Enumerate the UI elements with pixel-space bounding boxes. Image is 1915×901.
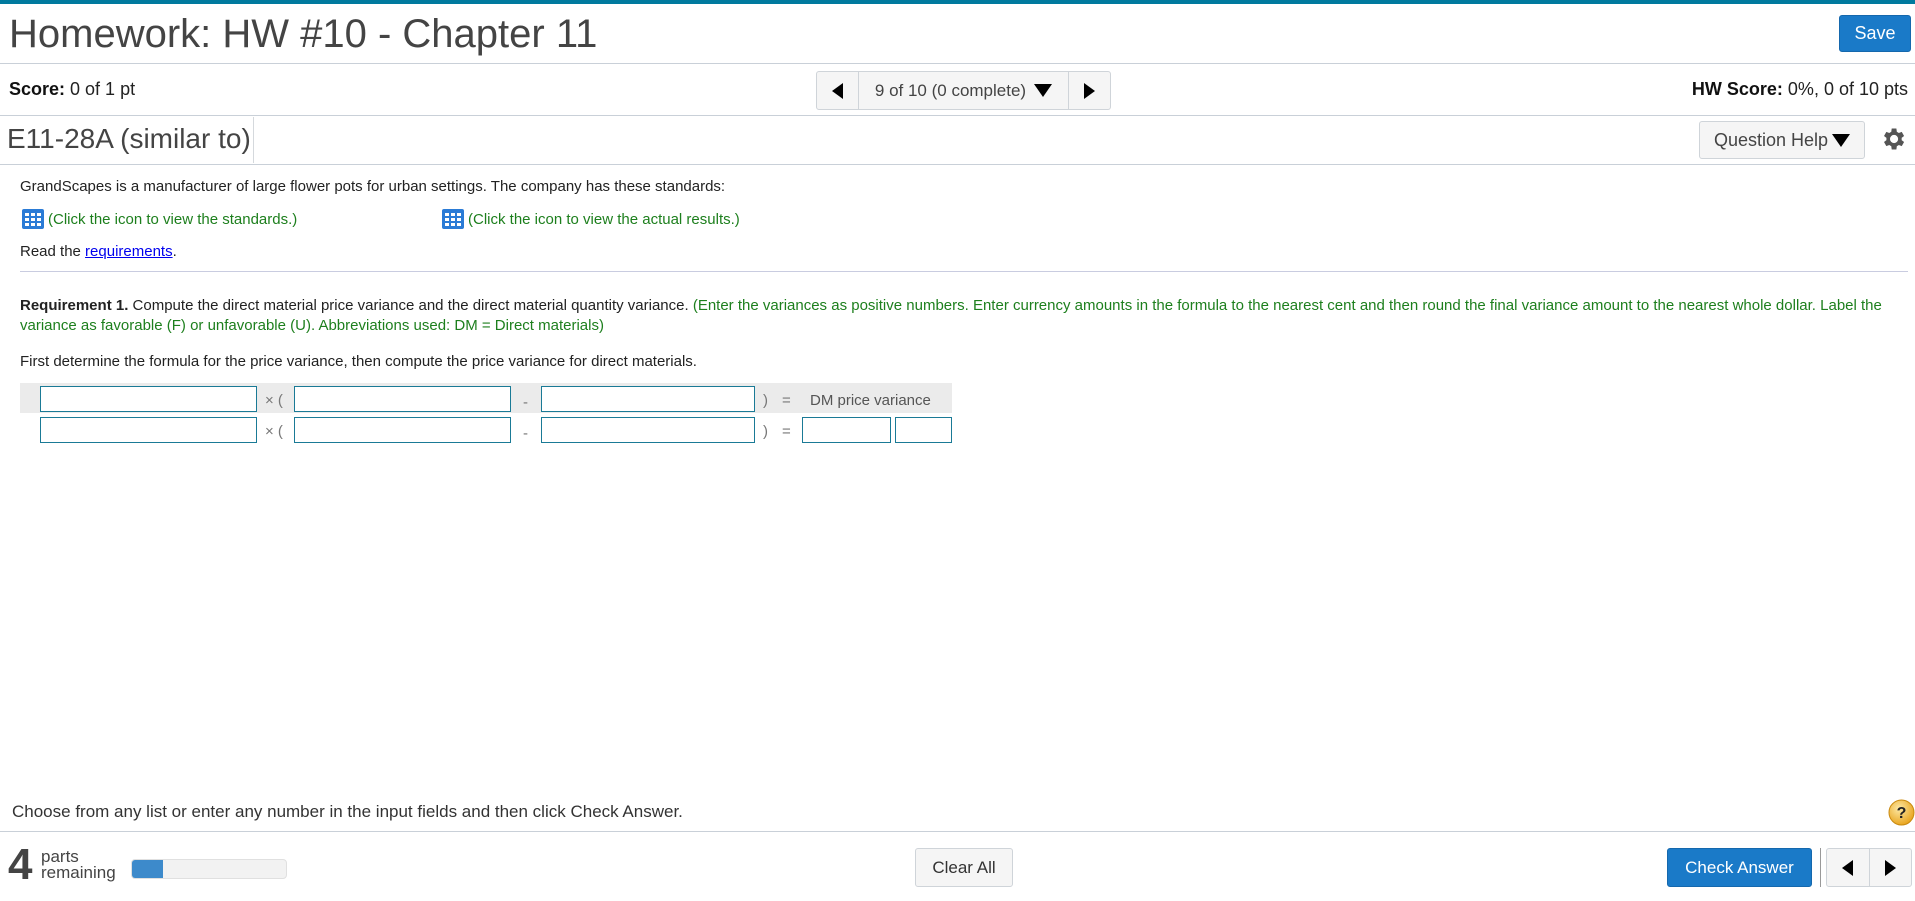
question-select-dropdown[interactable]: 9 of 10 (0 complete) bbox=[858, 72, 1069, 109]
question-help-label: Question Help bbox=[1713, 129, 1829, 150]
next-question-button[interactable] bbox=[1868, 849, 1912, 886]
problem-intro: GrandScapes is a manufacturer of large f… bbox=[20, 178, 726, 195]
actual-results-link-text: (Click the icon to view the actual resul… bbox=[468, 210, 740, 228]
term1-value-input[interactable] bbox=[294, 417, 511, 443]
close-paren: ) bbox=[763, 423, 768, 440]
factor-value-input[interactable] bbox=[40, 417, 257, 443]
formula-term1-select[interactable] bbox=[294, 386, 511, 412]
requirement-text: Compute the direct material price varian… bbox=[128, 297, 693, 314]
save-button[interactable]: Save bbox=[1839, 15, 1911, 52]
minus-sign: - bbox=[523, 394, 528, 411]
read-suffix: . bbox=[172, 243, 177, 260]
divider bbox=[0, 63, 1915, 64]
divider bbox=[253, 117, 254, 163]
top-accent-bar bbox=[0, 0, 1915, 4]
read-prefix: Read the bbox=[20, 243, 86, 260]
score-value: 0 of 1 pt bbox=[65, 79, 136, 99]
question-navigator: 9 of 10 (0 complete) bbox=[816, 71, 1111, 110]
variance-label-select[interactable] bbox=[895, 417, 952, 443]
term2-value-input[interactable] bbox=[541, 417, 755, 443]
table-icon[interactable] bbox=[22, 209, 44, 229]
question-id: E11-28A (similar to) bbox=[7, 123, 251, 154]
dm-price-variance-label: DM price variance bbox=[810, 392, 931, 409]
divider bbox=[20, 271, 1908, 272]
hw-score: HW Score: 0%, 0 of 10 pts bbox=[1692, 79, 1908, 100]
dm-price-variance-amount-input[interactable] bbox=[802, 417, 891, 443]
arrow-right-icon bbox=[1884, 859, 1896, 876]
formula-instruction: First determine the formula for the pric… bbox=[20, 353, 697, 370]
remaining-label: remaining bbox=[41, 863, 116, 882]
next-question-button[interactable] bbox=[1069, 72, 1110, 109]
parts-progress-bar bbox=[131, 859, 287, 879]
caret-down-icon bbox=[1832, 133, 1851, 147]
parts-remaining-count: 4 bbox=[8, 840, 33, 889]
page-title: Homework: HW #10 - Chapter 11 bbox=[9, 12, 598, 56]
check-answer-button[interactable]: Check Answer bbox=[1667, 848, 1812, 887]
progress-fill bbox=[132, 860, 163, 878]
previous-question-button[interactable] bbox=[817, 72, 858, 109]
standards-link-text: (Click the icon to view the standards.) bbox=[48, 210, 298, 228]
question-help-button[interactable]: Question Help bbox=[1699, 121, 1865, 159]
question-position: 9 of 10 (0 complete) bbox=[874, 80, 1027, 100]
help-icon[interactable]: ? bbox=[1888, 799, 1915, 826]
equals-sign: = bbox=[782, 423, 791, 440]
score-label: Score: bbox=[9, 79, 66, 99]
times-open-paren: × ( bbox=[265, 392, 283, 409]
caret-down-icon bbox=[1034, 84, 1053, 97]
formula-term2-select[interactable] bbox=[541, 386, 755, 412]
previous-question-button[interactable] bbox=[1827, 849, 1869, 886]
requirements-link[interactable]: requirements bbox=[85, 243, 173, 260]
requirement-label: Requirement 1. bbox=[20, 297, 129, 314]
equals-sign: = bbox=[782, 392, 791, 409]
divider bbox=[1820, 848, 1821, 887]
hw-score-label: HW Score: bbox=[1691, 79, 1783, 99]
svg-text:?: ? bbox=[1897, 805, 1907, 822]
hw-score-value: 0%, 0 of 10 pts bbox=[1782, 79, 1908, 99]
arrow-left-icon bbox=[832, 82, 843, 99]
table-icon[interactable] bbox=[442, 209, 464, 229]
score: Score: 0 of 1 pt bbox=[9, 79, 135, 100]
divider bbox=[0, 164, 1915, 165]
bottom-question-navigator bbox=[1826, 848, 1912, 887]
arrow-right-icon bbox=[1084, 82, 1095, 99]
close-paren: ) bbox=[763, 392, 768, 409]
gear-icon[interactable] bbox=[1879, 125, 1907, 153]
minus-sign: - bbox=[523, 425, 528, 442]
divider bbox=[0, 115, 1915, 116]
standards-link[interactable]: (Click the icon to view the standards.) bbox=[22, 209, 297, 229]
arrow-left-icon bbox=[1842, 859, 1854, 876]
divider bbox=[0, 831, 1915, 832]
read-requirements: Read the requirements. bbox=[20, 243, 177, 260]
actual-results-link[interactable]: (Click the icon to view the actual resul… bbox=[442, 209, 740, 229]
clear-all-button[interactable]: Clear All bbox=[915, 848, 1013, 887]
requirement-1: Requirement 1. Compute the direct materi… bbox=[20, 296, 1900, 336]
times-open-paren: × ( bbox=[265, 423, 283, 440]
answer-instruction: Choose from any list or enter any number… bbox=[12, 802, 683, 821]
formula-factor-select[interactable] bbox=[40, 386, 257, 412]
parts-remaining-label: parts remaining bbox=[41, 848, 116, 882]
